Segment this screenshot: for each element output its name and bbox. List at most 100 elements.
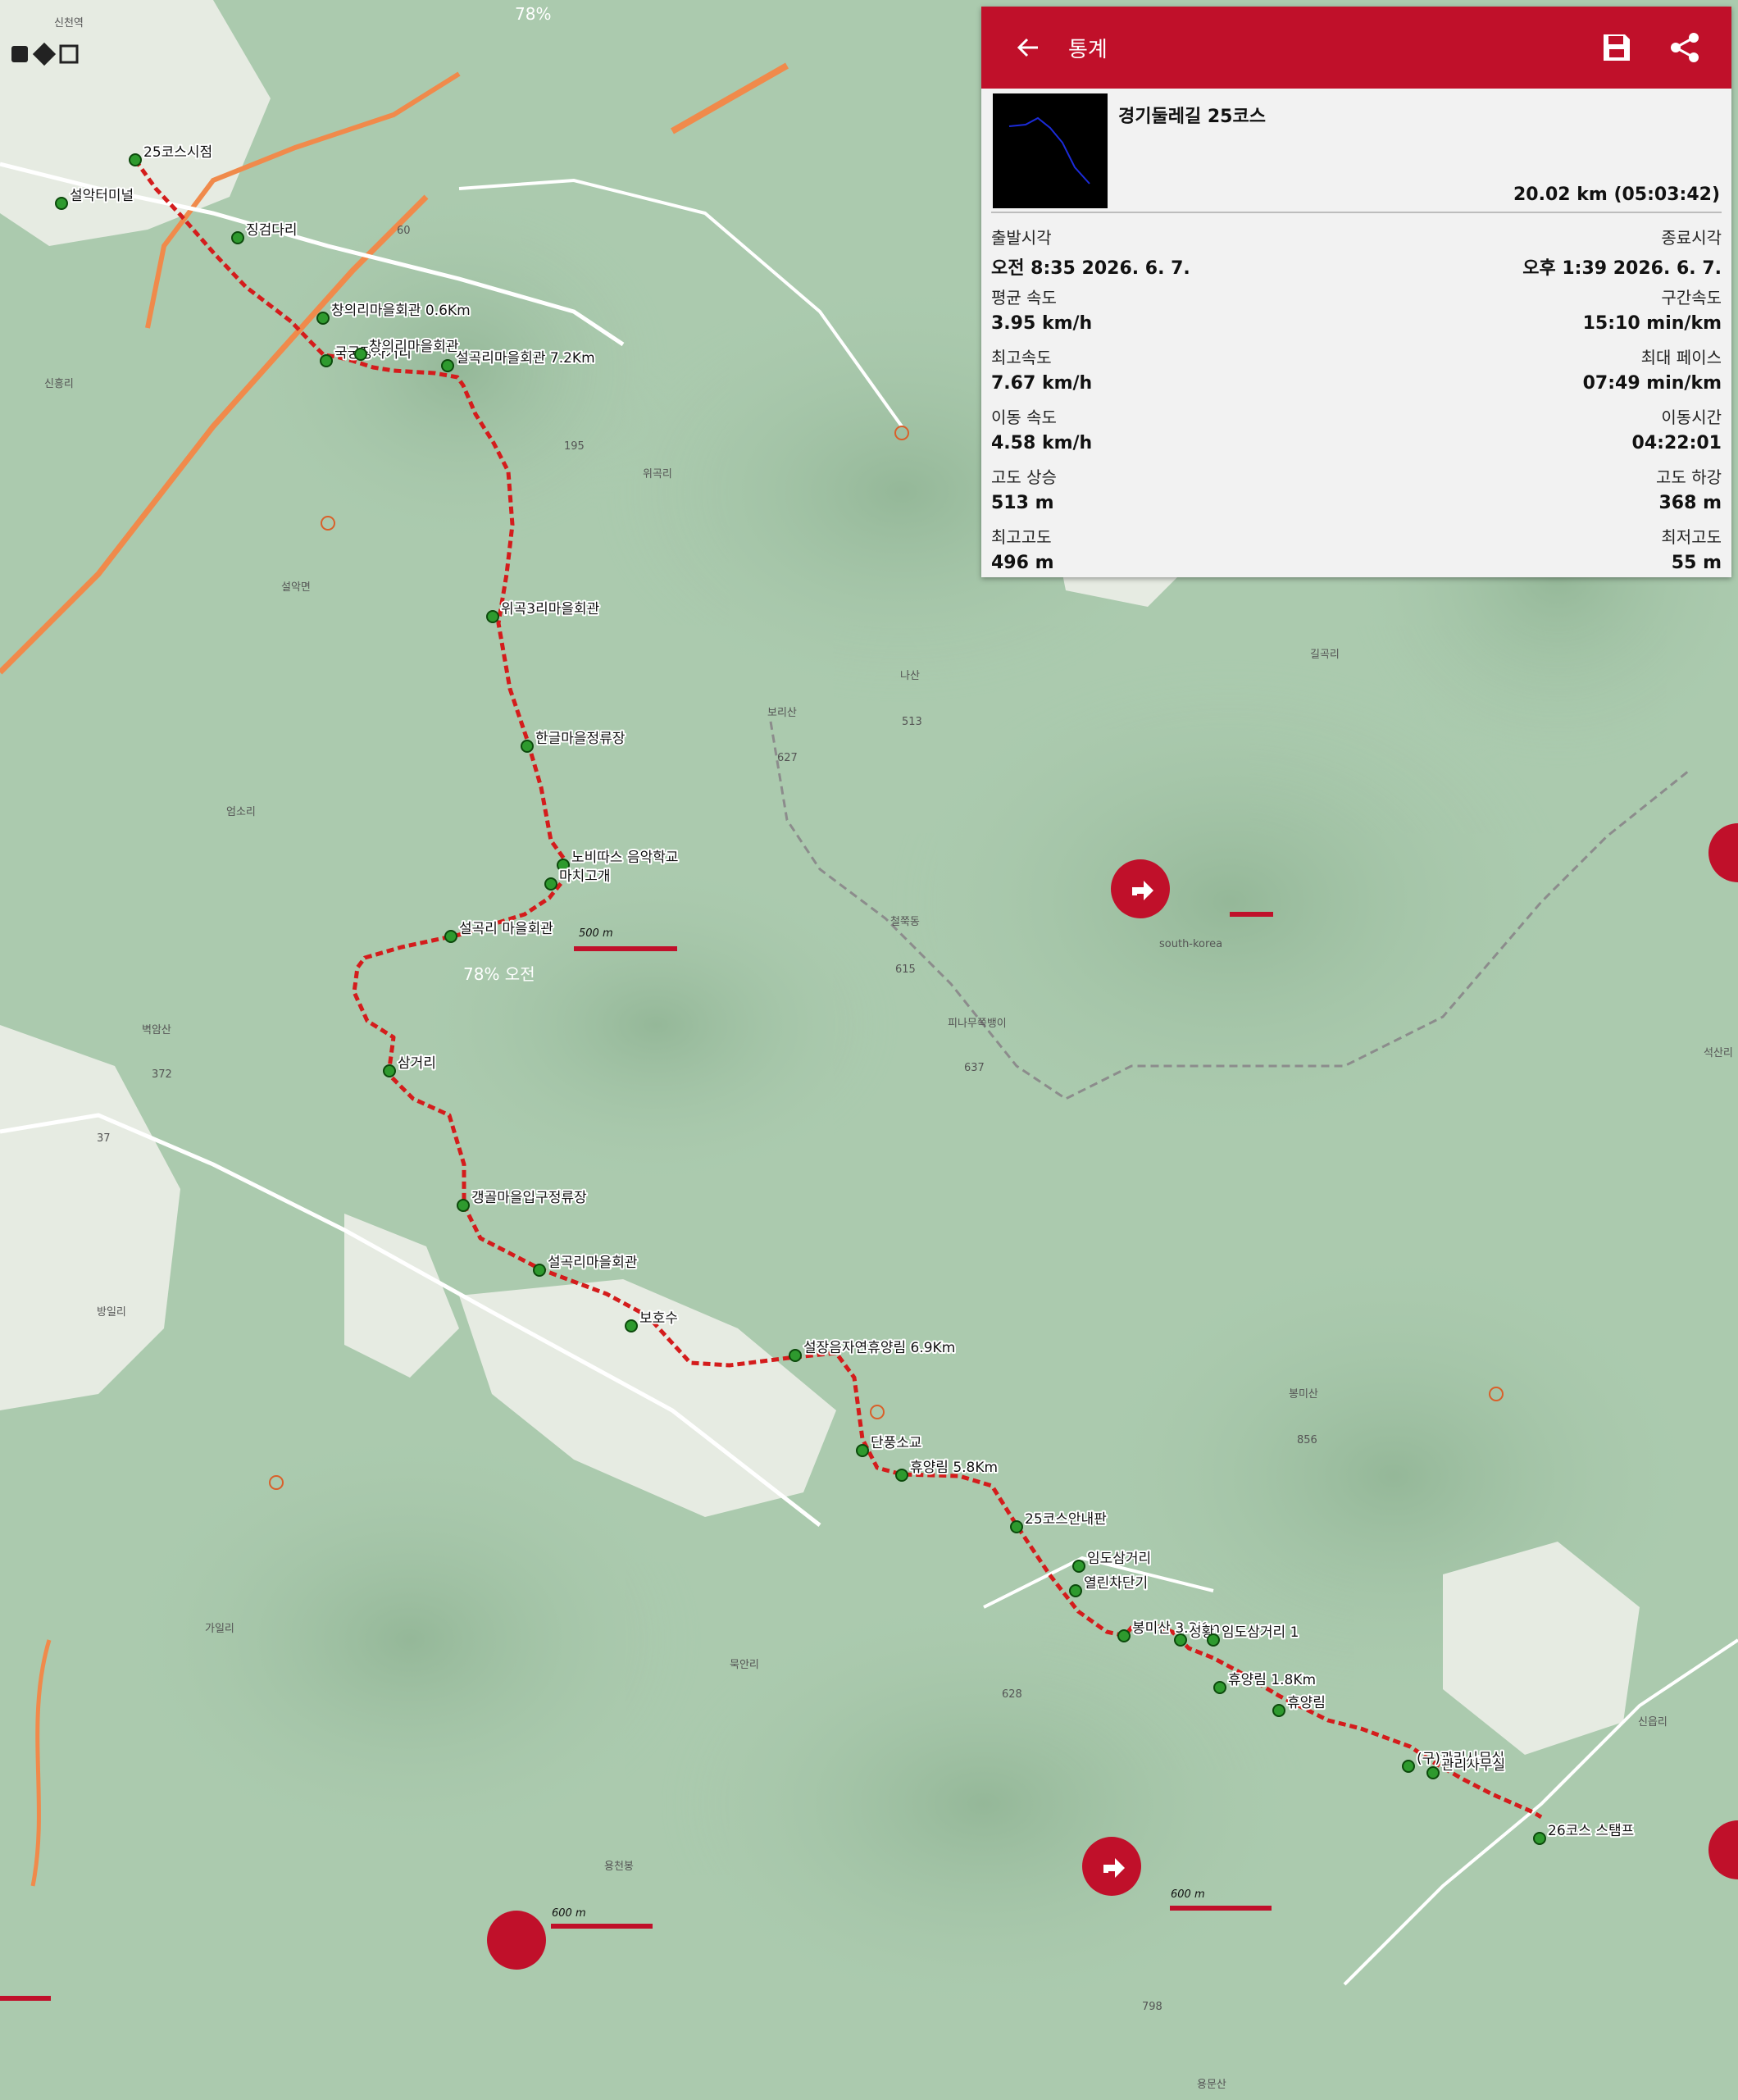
waypoint-marker[interactable] bbox=[1213, 1681, 1226, 1694]
waypoint-marker[interactable] bbox=[625, 1319, 638, 1332]
waypoint-marker[interactable] bbox=[316, 312, 330, 325]
stat-label: 종료시각 bbox=[1661, 228, 1722, 248]
stat-value: 오전 8:35 2026. 6. 7. bbox=[991, 258, 1190, 279]
waypoint-marker[interactable] bbox=[533, 1264, 546, 1277]
peak-elevation-label: 195 bbox=[564, 440, 585, 453]
place-label: south-korea bbox=[1159, 938, 1222, 950]
place-label: 묵안리 bbox=[730, 1659, 759, 1671]
waypoint-marker[interactable] bbox=[441, 359, 454, 372]
peak-elevation-label: 856 bbox=[1297, 1434, 1317, 1446]
waypoint-label: 설장음자연휴양림 6.9Km bbox=[803, 1340, 955, 1356]
peak-elevation-label: 513 bbox=[902, 716, 922, 728]
place-label: 신흥리 bbox=[44, 378, 74, 390]
waypoint-label: 설악터미널 bbox=[70, 188, 134, 204]
waypoint-label: 설곡리마을회관 7.2Km bbox=[456, 350, 595, 367]
waypoint-marker[interactable] bbox=[444, 930, 457, 943]
statistics-panel: 통계 경기둘레길 25코스 20.02 km (05:03:42) 출발시각오전… bbox=[981, 7, 1731, 577]
save-icon bbox=[1604, 34, 1630, 61]
stats-row: 최고고도 496 m 최저고도 55 m bbox=[991, 521, 1722, 581]
stat-value: 07:49 min/km bbox=[1582, 373, 1722, 394]
waypoint-marker[interactable] bbox=[1426, 1766, 1440, 1779]
track-name: 경기둘레길 25코스 bbox=[1118, 107, 1266, 127]
place-label: 엄소리 bbox=[226, 806, 256, 818]
place-label: 석산리 bbox=[1704, 1047, 1733, 1059]
waypoint-label: 단풍소교 bbox=[871, 1435, 922, 1451]
waypoint-label: 25코스시점 bbox=[143, 144, 212, 161]
waypoint-marker[interactable] bbox=[521, 740, 534, 753]
waypoint-label: 위곡3리마을회관 bbox=[501, 601, 599, 617]
share-icon bbox=[1671, 33, 1699, 62]
stats-row: 출발시각오전 8:35 2026. 6. 7. 종료시각오후 1:39 2026… bbox=[991, 221, 1722, 281]
peak-elevation-label: 372 bbox=[152, 1068, 172, 1081]
navigate-button[interactable] bbox=[1111, 859, 1170, 918]
waypoint-marker[interactable] bbox=[1207, 1633, 1220, 1647]
waypoint-marker[interactable] bbox=[129, 153, 142, 166]
waypoint-marker[interactable] bbox=[486, 610, 499, 623]
place-label: 신읍리 bbox=[1638, 1716, 1667, 1729]
stat-label: 출발시각 bbox=[991, 228, 1052, 248]
stat-value: 55 m bbox=[1671, 553, 1722, 573]
waypoint-marker[interactable] bbox=[1533, 1832, 1546, 1845]
battery-status-duplicate: 78% 오전 bbox=[463, 964, 535, 984]
stat-value: 368 m bbox=[1658, 493, 1722, 513]
place-label: 봉미산 bbox=[1289, 1388, 1318, 1401]
waypoint-label: 관리사무실 bbox=[1441, 1757, 1505, 1774]
waypoint-label: 임도삼거리 1 bbox=[1222, 1624, 1299, 1641]
peak-elevation-label: 798 bbox=[1142, 2001, 1162, 2013]
stat-label: 최저고도 bbox=[1661, 527, 1722, 547]
place-label: 방일리 bbox=[97, 1306, 126, 1319]
place-label: 철쭉동 bbox=[890, 916, 920, 928]
place-label: 피나무쪽뱅이 bbox=[948, 1018, 1007, 1030]
track-summary[interactable]: 경기둘레길 25코스 20.02 km (05:03:42) bbox=[991, 89, 1722, 213]
stat-value: 513 m bbox=[991, 493, 1054, 513]
waypoint-marker[interactable] bbox=[383, 1064, 396, 1077]
share-button[interactable] bbox=[1664, 27, 1705, 68]
waypoint-marker[interactable] bbox=[1117, 1629, 1131, 1642]
panel-title: 통계 bbox=[1068, 37, 1108, 62]
waypoint-label: 마치고개 bbox=[559, 868, 611, 885]
stat-value: 오후 1:39 2026. 6. 7. bbox=[1522, 258, 1722, 279]
waypoint-marker[interactable] bbox=[544, 877, 557, 891]
waypoint-marker[interactable] bbox=[895, 1469, 908, 1482]
waypoint-label: 휴양림 bbox=[1287, 1695, 1326, 1711]
stat-value: 04:22:01 bbox=[1631, 433, 1722, 453]
stat-label: 구간속도 bbox=[1661, 288, 1722, 307]
scale-label: 500 m bbox=[579, 927, 613, 940]
waypoint-marker[interactable] bbox=[354, 348, 367, 361]
waypoint-marker[interactable] bbox=[1072, 1560, 1085, 1573]
peak-elevation-label: 627 bbox=[777, 752, 798, 764]
stat-value: 496 m bbox=[991, 553, 1054, 573]
stat-value: 4.58 km/h bbox=[991, 433, 1093, 453]
waypoint-label: 설곡리 마을회관 bbox=[459, 921, 553, 937]
waypoint-marker[interactable] bbox=[231, 231, 244, 244]
waypoint-marker[interactable] bbox=[320, 354, 333, 367]
back-button[interactable] bbox=[999, 7, 1057, 89]
waypoint-marker[interactable] bbox=[1069, 1584, 1082, 1597]
place-label: 가일리 bbox=[205, 1623, 234, 1635]
stats-row: 최고속도 7.67 km/h 최대 페이스 07:49 min/km bbox=[991, 341, 1722, 401]
battery-status: 78% bbox=[515, 4, 551, 24]
navigate-button[interactable] bbox=[1082, 1837, 1141, 1896]
stat-label: 평균 속도 bbox=[991, 288, 1057, 307]
stat-label: 최대 페이스 bbox=[1640, 348, 1722, 367]
waypoint-marker[interactable] bbox=[1174, 1633, 1187, 1647]
waypoint-label: 삼거리 bbox=[398, 1055, 436, 1072]
waypoint-label: 휴양림 5.8Km bbox=[910, 1460, 998, 1476]
waypoint-marker[interactable] bbox=[1402, 1760, 1415, 1773]
stats-grid: 출발시각오전 8:35 2026. 6. 7. 종료시각오후 1:39 2026… bbox=[981, 213, 1731, 581]
waypoint-marker[interactable] bbox=[1010, 1520, 1023, 1533]
waypoint-label: 창의리마을회관 0.6Km bbox=[331, 303, 471, 319]
place-label: 나산 bbox=[900, 670, 920, 682]
waypoint-marker[interactable] bbox=[856, 1444, 869, 1457]
waypoint-marker[interactable] bbox=[55, 197, 68, 210]
navigate-button[interactable] bbox=[487, 1911, 546, 1970]
stats-row: 고도 상승 513 m 고도 하강 368 m bbox=[991, 461, 1722, 521]
waypoint-label: 설곡리마을회관 bbox=[548, 1255, 637, 1271]
arrow-left-icon bbox=[1017, 38, 1038, 57]
save-button[interactable] bbox=[1596, 27, 1637, 68]
waypoint-marker[interactable] bbox=[789, 1349, 802, 1362]
route-icon[interactable] bbox=[11, 46, 28, 62]
waypoint-marker[interactable] bbox=[457, 1199, 470, 1212]
waypoint-marker[interactable] bbox=[1272, 1704, 1285, 1717]
track-thumbnail bbox=[993, 93, 1108, 208]
